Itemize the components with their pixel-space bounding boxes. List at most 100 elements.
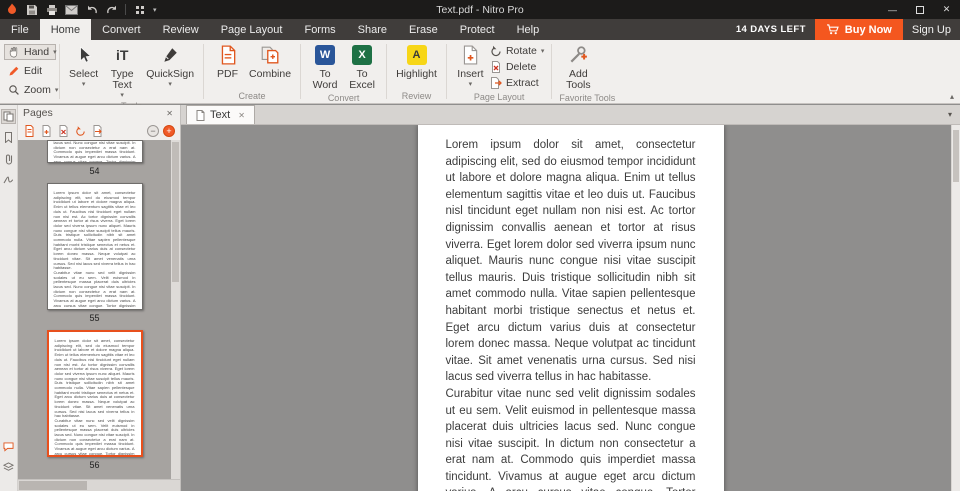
pages-panel-toolbar: − +: [18, 121, 180, 140]
tab-page-layout[interactable]: Page Layout: [210, 19, 294, 40]
thumbnail-zoom-out-button[interactable]: −: [147, 125, 159, 137]
thumb-paragraph: Curabitur vitae nunc sed velit dignissim…: [54, 271, 136, 310]
tab-file[interactable]: File: [0, 19, 40, 40]
ribbon-home: Hand ▾ Edit Zoom ▾: [0, 40, 960, 104]
tab-close-icon[interactable]: ✕: [238, 111, 245, 120]
hand-caret-icon: ▾: [53, 48, 57, 56]
page-thumbnail-54[interactable]: Lorem ipsum dolor sit amet, consectetur …: [47, 140, 143, 163]
select-button[interactable]: Select ▾: [67, 41, 100, 88]
delete-page-icon[interactable]: [57, 124, 70, 137]
ribbon-group-page-layout: Insert ▾ Rotate ▾ Del: [447, 40, 551, 103]
type-text-button[interactable]: iT Type Text ▾: [103, 41, 141, 99]
rotate-page-icon[interactable]: [74, 124, 87, 137]
layers-panel-icon[interactable]: [1, 460, 16, 475]
thumb-paragraph: Curabitur vitae nunc sed velit dignissim…: [55, 419, 135, 457]
combine-button[interactable]: Combine: [247, 41, 293, 80]
page-paragraph-2: Curabitur vitae nunc sed velit dignissim…: [446, 386, 696, 491]
type-text-label: Type Text: [105, 69, 139, 91]
tab-share[interactable]: Share: [347, 19, 398, 40]
pages-panel-title: Pages: [23, 107, 164, 119]
ribbon-collapse-button[interactable]: ▴: [950, 92, 954, 101]
page-number-label: 54: [89, 166, 99, 176]
word-icon: W: [314, 44, 336, 66]
to-word-button[interactable]: W To Word: [308, 41, 342, 91]
customize-toolbar-caret-icon[interactable]: ▾: [153, 6, 157, 14]
select-cursor-icon: [73, 44, 95, 66]
buy-now-button[interactable]: Buy Now: [815, 19, 903, 40]
attachments-panel-icon[interactable]: [1, 151, 16, 166]
document-icon: [196, 110, 205, 121]
zoom-tool-button[interactable]: Zoom ▾: [4, 82, 56, 98]
hand-tool-button[interactable]: Hand ▾: [4, 44, 56, 60]
highlight-button[interactable]: A Highlight: [394, 41, 439, 80]
pages-panel-toggle-icon[interactable]: [1, 109, 16, 124]
document-canvas[interactable]: Lorem ipsum dolor sit amet, consectetur …: [181, 125, 960, 491]
thumbnail-zoom-in-button[interactable]: +: [163, 125, 175, 137]
quicksign-button[interactable]: QuickSign ▾: [144, 41, 196, 88]
highlight-label: Highlight: [396, 69, 437, 80]
pdf-page[interactable]: Lorem ipsum dolor sit amet, consectetur …: [418, 125, 724, 491]
tab-review[interactable]: Review: [152, 19, 210, 40]
delete-button[interactable]: Delete: [490, 60, 544, 74]
extract-page-icon[interactable]: [91, 124, 104, 137]
tab-help[interactable]: Help: [506, 19, 551, 40]
page-options-icon[interactable]: [23, 124, 36, 137]
thumbnails-vertical-scrollbar[interactable]: [171, 140, 180, 479]
maximize-button[interactable]: [906, 0, 933, 19]
ribbon-group-tools: Select ▾ iT Type Text ▾ QuickSign ▾ Tool…: [60, 40, 203, 103]
scrollbar-thumb[interactable]: [19, 481, 87, 490]
insert-page-icon[interactable]: [40, 124, 53, 137]
thumbnail-page-content: Lorem ipsum dolor sit amet, consectetur …: [48, 184, 142, 310]
thumbnails-horizontal-scrollbar[interactable]: [18, 479, 180, 491]
document-tab-text[interactable]: Text ✕: [186, 105, 255, 124]
edit-tool-button[interactable]: Edit: [4, 63, 56, 79]
add-tools-button[interactable]: Add Tools: [559, 41, 597, 91]
select-label: Select: [69, 69, 98, 80]
pages-panel-close-icon[interactable]: ✕: [164, 109, 175, 118]
tab-forms[interactable]: Forms: [293, 19, 346, 40]
redo-icon[interactable]: [105, 3, 118, 16]
tab-convert[interactable]: Convert: [91, 19, 152, 40]
trial-days-left: 14 DAYS LEFT: [736, 24, 806, 35]
group-label-page-layout: Page Layout: [454, 90, 544, 104]
comments-panel-icon[interactable]: [1, 439, 16, 454]
print-icon[interactable]: [45, 3, 58, 16]
email-icon[interactable]: [65, 3, 78, 16]
ribbon-group-favorite-tools: Add Tools Favorite Tools: [552, 40, 622, 103]
thumb-paragraph: Lorem ipsum dolor sit amet, consectetur …: [54, 191, 136, 271]
nitro-logo-icon[interactable]: [5, 3, 18, 16]
side-panel-strip: [0, 105, 18, 491]
page-number-label: 56: [89, 460, 99, 470]
tab-home[interactable]: Home: [40, 19, 91, 40]
nitro-pro-window: ▾ Text.pdf - Nitro Pro — ✕ File Home Con…: [0, 0, 960, 491]
ribbon-group-convert: W To Word X To Excel Convert: [301, 40, 386, 103]
page-thumbnail-55[interactable]: Lorem ipsum dolor sit amet, consectetur …: [47, 183, 143, 310]
sign-up-link[interactable]: Sign Up: [912, 24, 951, 36]
minimize-button[interactable]: —: [879, 0, 906, 19]
scrollbar-thumb[interactable]: [953, 130, 959, 182]
bookmarks-panel-icon[interactable]: [1, 130, 16, 145]
to-excel-button[interactable]: X To Excel: [345, 41, 379, 91]
document-vertical-scrollbar[interactable]: [951, 125, 960, 491]
rotate-label: Rotate: [506, 45, 537, 57]
create-pdf-button[interactable]: PDF: [211, 41, 244, 80]
insert-button[interactable]: Insert ▾: [454, 41, 487, 88]
save-icon[interactable]: [25, 3, 38, 16]
rotate-button[interactable]: Rotate ▾: [490, 44, 544, 58]
tab-erase[interactable]: Erase: [398, 19, 449, 40]
page-thumbnail-56-selected[interactable]: Lorem ipsum dolor sit amet, consectetur …: [47, 330, 143, 457]
extract-button[interactable]: Extract: [490, 76, 544, 90]
tab-list-caret-icon[interactable]: ▾: [948, 110, 952, 119]
combine-files-icon: [259, 44, 281, 66]
close-button[interactable]: ✕: [933, 0, 960, 19]
create-pdf-label: PDF: [217, 69, 238, 80]
undo-icon[interactable]: [85, 3, 98, 16]
content-area: Pages ✕ −: [0, 105, 960, 491]
extract-page-icon: [490, 77, 502, 89]
customize-toolbar-icon[interactable]: [133, 3, 146, 16]
tab-protect[interactable]: Protect: [449, 19, 506, 40]
maximize-icon: [916, 6, 924, 14]
document-area: Text ✕ ▾ Lorem ipsum dolor sit amet, con…: [181, 105, 960, 491]
scrollbar-thumb[interactable]: [172, 142, 179, 282]
signatures-panel-icon[interactable]: [1, 172, 16, 187]
